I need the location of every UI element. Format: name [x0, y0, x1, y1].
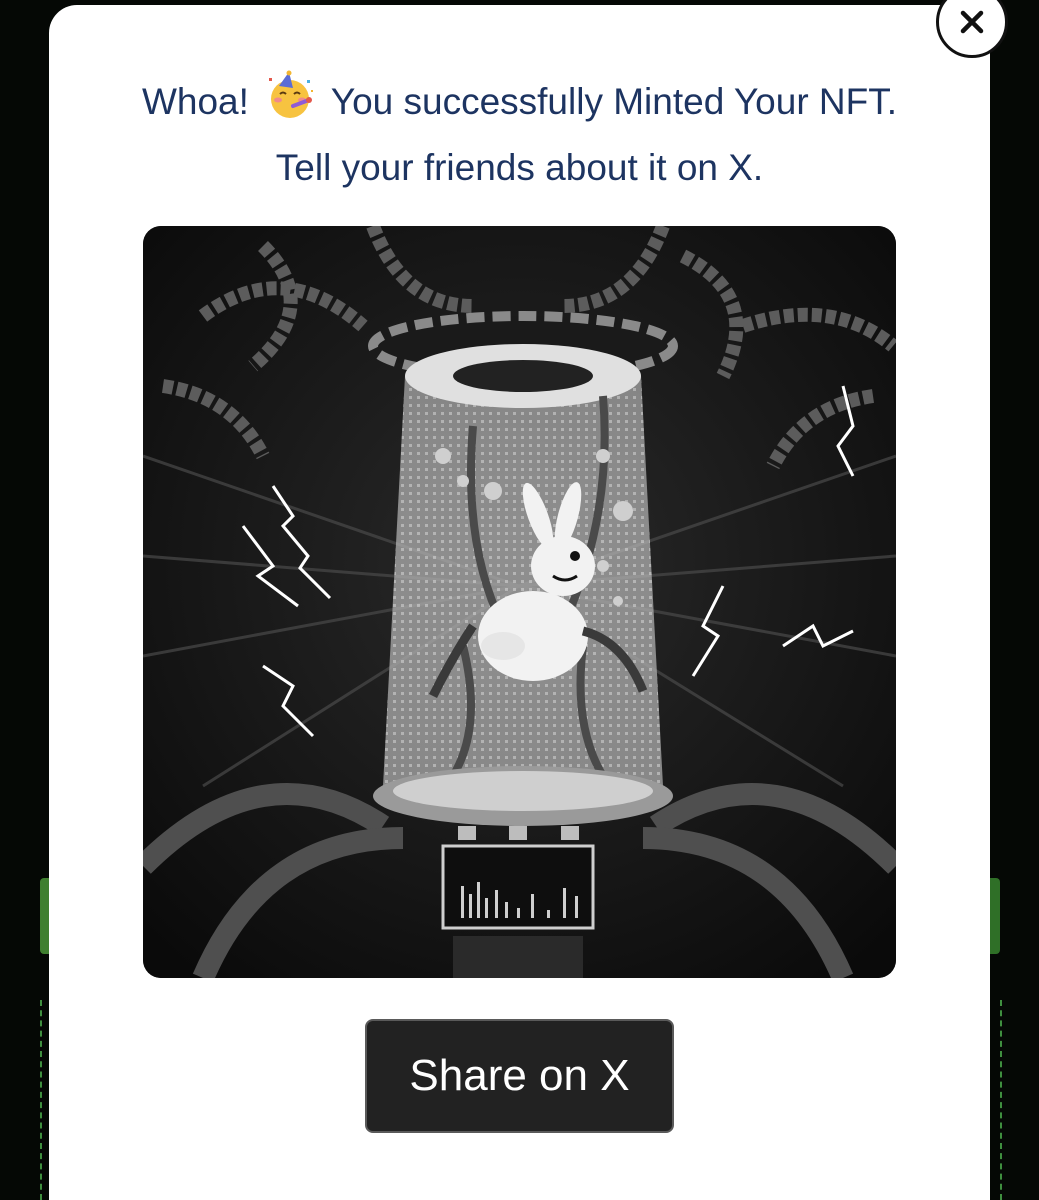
headline-text: You successfully Minted Your NFT.	[330, 80, 898, 122]
close-icon	[960, 10, 984, 34]
headline-line-2: Tell your friends about it on X.	[275, 147, 764, 188]
partying-face-emoji-icon	[265, 70, 315, 138]
success-message: Whoa! You successfully Minted Your NFT. …	[49, 70, 990, 198]
headline-prefix: Whoa!	[141, 80, 249, 122]
background-dashed-border	[990, 1000, 1002, 1200]
nft-image	[143, 226, 896, 978]
share-on-x-button[interactable]: Share on X	[365, 1019, 674, 1133]
